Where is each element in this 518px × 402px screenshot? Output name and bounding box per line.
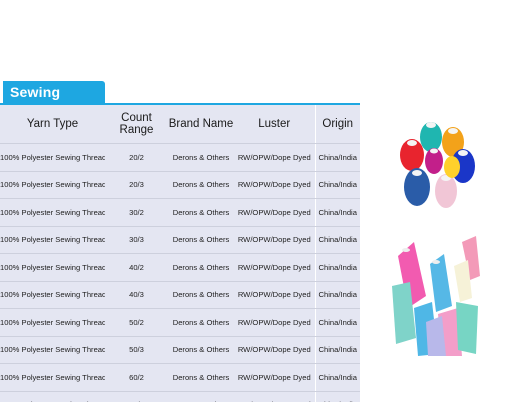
cell-origin: China/India (314, 226, 360, 254)
table-row: 100% Polyester Sewing Thread 50/3 Derons &… (0, 336, 360, 364)
cell-count-range: 60/2 (105, 363, 168, 392)
cell-yarn-type: 100% Polyester Sewing Thread (0, 281, 105, 309)
cell-luster: RW/OPW/Dope Dyed (234, 253, 315, 282)
table-row: 100% Polyester Sewing Thread 30/2 Derons &… (0, 198, 360, 227)
cell-luster: RW/OPW/Dope Dyed (234, 336, 315, 364)
cell-yarn-type: 100% Polyester Sewing Thread (0, 143, 105, 172)
cell-luster: RW/OPW/Dope Dyed (234, 363, 315, 392)
cell-origin: China/India (314, 363, 360, 392)
page: Sewing Thread Yarn Type Count Range Bran… (0, 0, 518, 402)
cell-count-range: 20/3 (105, 171, 168, 199)
cell-origin: China/India (314, 391, 360, 402)
cell-brand-name: Derons & Others (168, 198, 234, 227)
cell-brand-name: Derons & Others (168, 281, 234, 309)
cell-yarn-type: 100% Polyester Sewing Thread (0, 198, 105, 227)
header-luster: Luster (234, 105, 315, 144)
cell-brand-name: Derons & Others (168, 253, 234, 282)
cell-count-range: 40/3 (105, 281, 168, 309)
cell-yarn-type: 100% Polyester Sewing Thread (0, 171, 105, 199)
cell-yarn-type: 100% Polyester Sewing Thread (0, 308, 105, 337)
cell-origin: China/India (314, 253, 360, 282)
table-row: 100% Polyester Sewing Thread 60/2 Derons &… (0, 363, 360, 392)
cell-count-range: 50/2 (105, 308, 168, 337)
cell-luster: RW/OPW/Dope Dyed (234, 281, 315, 309)
cell-count-range: 60/3 (105, 391, 168, 402)
table-row: 100% Polyester Sewing Thread 20/2 Derons &… (0, 143, 360, 172)
header-count-range: Count Range (105, 105, 168, 144)
cell-origin: China/India (314, 281, 360, 309)
cell-origin: China/India (314, 336, 360, 364)
table-row: 100% Polyester Sewing Thread 30/3 Derons &… (0, 226, 360, 254)
cell-origin: China/India (314, 143, 360, 172)
cell-yarn-type: 100% Polyester Sewing Thread (0, 363, 105, 392)
cell-brand-name: Derons & Others (168, 336, 234, 364)
product-table: Yarn Type Count Range Brand Name Luster … (0, 105, 360, 402)
table-row: 100% Polyester Sewing Thread 40/2 Derons &… (0, 253, 360, 282)
table-row: 100% Polyester Sewing Thread 40/3 Derons &… (0, 281, 360, 309)
table-row: 100% Polyester Sewing Thread 20/3 Derons &… (0, 171, 360, 199)
cell-brand-name: Derons & Others (168, 143, 234, 172)
product-table-container: Yarn Type Count Range Brand Name Luster … (0, 105, 360, 402)
cell-yarn-type: 100% Polyester Sewing Thread (0, 226, 105, 254)
cell-brand-name: Derons & Others (168, 226, 234, 254)
cell-brand-name: Derons & Others (168, 391, 234, 402)
header-origin: Origin (314, 105, 360, 144)
table-row: 100% Polyester Sewing Thread60/3Derons &… (0, 391, 360, 402)
cell-count-range: 20/2 (105, 143, 168, 172)
cell-count-range: 30/3 (105, 226, 168, 254)
table-row: 100% Polyester Sewing Thread 50/2 Derons &… (0, 308, 360, 337)
cell-luster: RW/OPW/Dope Dyed (234, 308, 315, 337)
cell-brand-name: Derons & Others (168, 308, 234, 337)
cell-luster: RW/OPW/Dope Dyed (234, 226, 315, 254)
cell-yarn-type: 100% Polyester Sewing Thread (0, 253, 105, 282)
cell-luster: RW/OPW/Dope Dyed (234, 143, 315, 172)
header-brand-name: Brand Name (168, 105, 234, 144)
cell-luster: RW/OPW/Dope Dyed (234, 198, 315, 227)
thread-cones-ring-image (392, 103, 480, 228)
table-header-row: Yarn Type Count Range Brand Name Luster … (0, 105, 360, 144)
cell-luster: RW/OPW/Dope Dyed (234, 171, 315, 199)
cell-origin: China/India (314, 198, 360, 227)
cell-brand-name: Derons & Others (168, 171, 234, 199)
cell-origin: China/India (314, 308, 360, 337)
thread-cones-pastel-image (392, 236, 480, 356)
cell-luster: RW/OPW/Dope Dyed (234, 391, 315, 402)
cell-yarn-type: 100% Polyester Sewing Thread (0, 391, 105, 402)
cell-count-range: 50/3 (105, 336, 168, 364)
cell-count-range: 40/2 (105, 253, 168, 282)
table-body: 100% Polyester Sewing Thread 20/2 Derons &… (0, 143, 360, 402)
cell-origin: China/India (314, 171, 360, 199)
header-yarn-type: Yarn Type (0, 105, 105, 144)
cell-yarn-type: 100% Polyester Sewing Thread (0, 336, 105, 364)
cell-brand-name: Derons & Others (168, 363, 234, 392)
cell-count-range: 30/2 (105, 198, 168, 227)
section-title: Sewing Thread (3, 81, 105, 122)
